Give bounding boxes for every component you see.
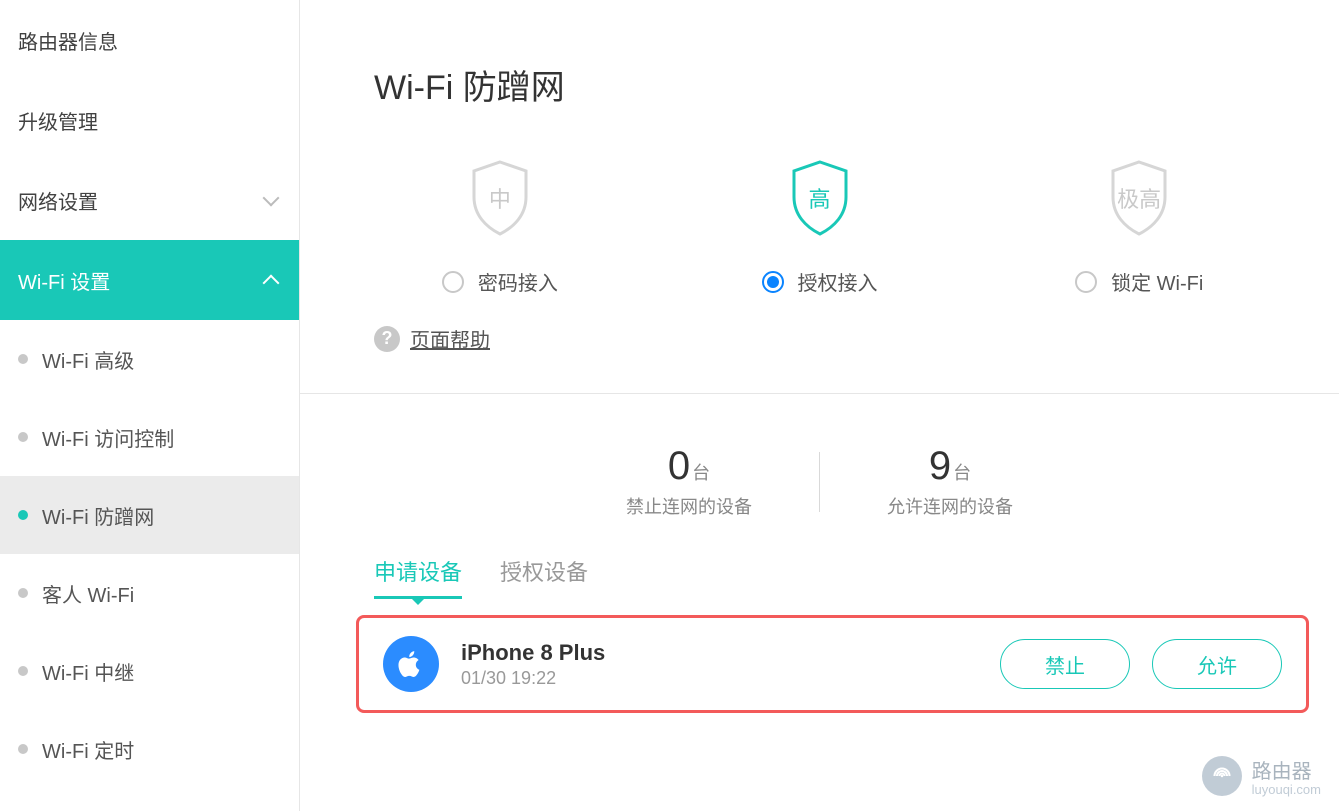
- sidebar-item-label: Wi-Fi 设置: [18, 266, 110, 295]
- shield-text: 中: [489, 182, 511, 214]
- stat-count: 0: [668, 444, 690, 488]
- brand-watermark: 路由器 luyouqi.com: [1202, 755, 1321, 797]
- mode-authorize[interactable]: 高 授权接入: [660, 159, 980, 296]
- sidebar-item-network-settings[interactable]: 网络设置: [0, 160, 299, 240]
- shield-icon: 高: [788, 159, 852, 237]
- sidebar-sub-label: Wi-Fi 中继: [42, 657, 134, 686]
- chevron-down-icon: [261, 190, 281, 210]
- device-stats: 0台 禁止连网的设备 9台 允许连网的设备: [300, 394, 1339, 549]
- bullet-icon: [18, 432, 28, 442]
- sidebar-sub-guest-wifi[interactable]: 客人 Wi-Fi: [0, 554, 299, 632]
- sidebar-sub-label: Wi-Fi 访问控制: [42, 423, 174, 452]
- main-content: Wi-Fi 防蹭网 中 密码接入 高 授权接入: [300, 0, 1339, 811]
- sidebar-sub-label: 客人 Wi-Fi: [42, 579, 134, 608]
- sidebar-sub-wifi-anti-leech[interactable]: Wi-Fi 防蹭网: [0, 476, 299, 554]
- sidebar-sub-wifi-access-control[interactable]: Wi-Fi 访问控制: [0, 398, 299, 476]
- stat-label: 允许连网的设备: [820, 493, 1080, 519]
- stat-unit: 台: [692, 463, 710, 483]
- bullet-icon: [18, 510, 28, 520]
- allow-button[interactable]: 允许: [1152, 639, 1282, 689]
- sidebar-item-label: 路由器信息: [18, 26, 118, 55]
- sidebar-sub-wifi-repeat[interactable]: Wi-Fi 中继: [0, 632, 299, 710]
- help-icon: ?: [374, 326, 400, 352]
- radio-icon: [762, 271, 784, 293]
- brand-name: 路由器: [1252, 755, 1321, 784]
- page-help-link[interactable]: 页面帮助: [410, 324, 490, 353]
- sidebar-item-upgrade[interactable]: 升级管理: [0, 80, 299, 160]
- apple-icon: [383, 636, 439, 692]
- sidebar: 路由器信息 升级管理 网络设置 Wi-Fi 设置 Wi-Fi 高级 Wi-Fi …: [0, 0, 300, 811]
- shield-icon: 中: [468, 159, 532, 237]
- tab-authorized[interactable]: 授权设备: [500, 549, 588, 597]
- radio-icon: [442, 271, 464, 293]
- sidebar-item-wifi-settings[interactable]: Wi-Fi 设置: [0, 240, 299, 320]
- stat-label: 禁止连网的设备: [559, 493, 819, 519]
- mode-password[interactable]: 中 密码接入: [340, 159, 660, 296]
- sidebar-sub-label: Wi-Fi 防蹭网: [42, 501, 154, 530]
- shield-icon: 极高: [1107, 159, 1171, 237]
- deny-button[interactable]: 禁止: [1000, 639, 1130, 689]
- mode-label: 密码接入: [478, 267, 558, 296]
- page-title: Wi-Fi 防蹭网: [300, 0, 1339, 119]
- stat-unit: 台: [953, 463, 971, 483]
- help-row: ? 页面帮助: [300, 296, 1339, 393]
- device-name: iPhone 8 Plus: [461, 640, 605, 666]
- device-tabs: 申请设备 授权设备: [300, 549, 1339, 597]
- sidebar-sub-label: Wi-Fi 定时: [42, 735, 134, 764]
- mode-label: 授权接入: [798, 267, 878, 296]
- bullet-icon: [18, 354, 28, 364]
- device-row: iPhone 8 Plus 01/30 19:22 禁止 允许: [356, 615, 1309, 713]
- stat-count: 9: [929, 444, 951, 488]
- brand-sub: luyouqi.com: [1252, 782, 1321, 797]
- device-timestamp: 01/30 19:22: [461, 668, 605, 689]
- sidebar-sub-label: Wi-Fi 高级: [42, 345, 134, 374]
- shield-text: 极高: [1117, 182, 1161, 214]
- radio-icon: [1075, 271, 1097, 293]
- mode-lock[interactable]: 极高 锁定 Wi-Fi: [979, 159, 1299, 296]
- sidebar-item-label: 网络设置: [18, 186, 98, 215]
- mode-label: 锁定 Wi-Fi: [1111, 267, 1203, 296]
- security-modes: 中 密码接入 高 授权接入 极高 锁定 Wi-Fi: [300, 119, 1339, 296]
- tab-requesting[interactable]: 申请设备: [374, 549, 462, 597]
- chevron-up-icon: [261, 270, 281, 290]
- shield-text: 高: [808, 182, 830, 214]
- stat-allowed: 9台 允许连网的设备: [820, 444, 1080, 519]
- bullet-icon: [18, 666, 28, 676]
- sidebar-sub-wifi-advanced[interactable]: Wi-Fi 高级: [0, 320, 299, 398]
- stat-blocked: 0台 禁止连网的设备: [559, 444, 819, 519]
- sidebar-item-label: 升级管理: [18, 106, 98, 135]
- sidebar-item-router-info[interactable]: 路由器信息: [0, 0, 299, 80]
- bullet-icon: [18, 588, 28, 598]
- router-icon: [1202, 756, 1242, 796]
- bullet-icon: [18, 744, 28, 754]
- sidebar-sub-wifi-schedule[interactable]: Wi-Fi 定时: [0, 710, 299, 788]
